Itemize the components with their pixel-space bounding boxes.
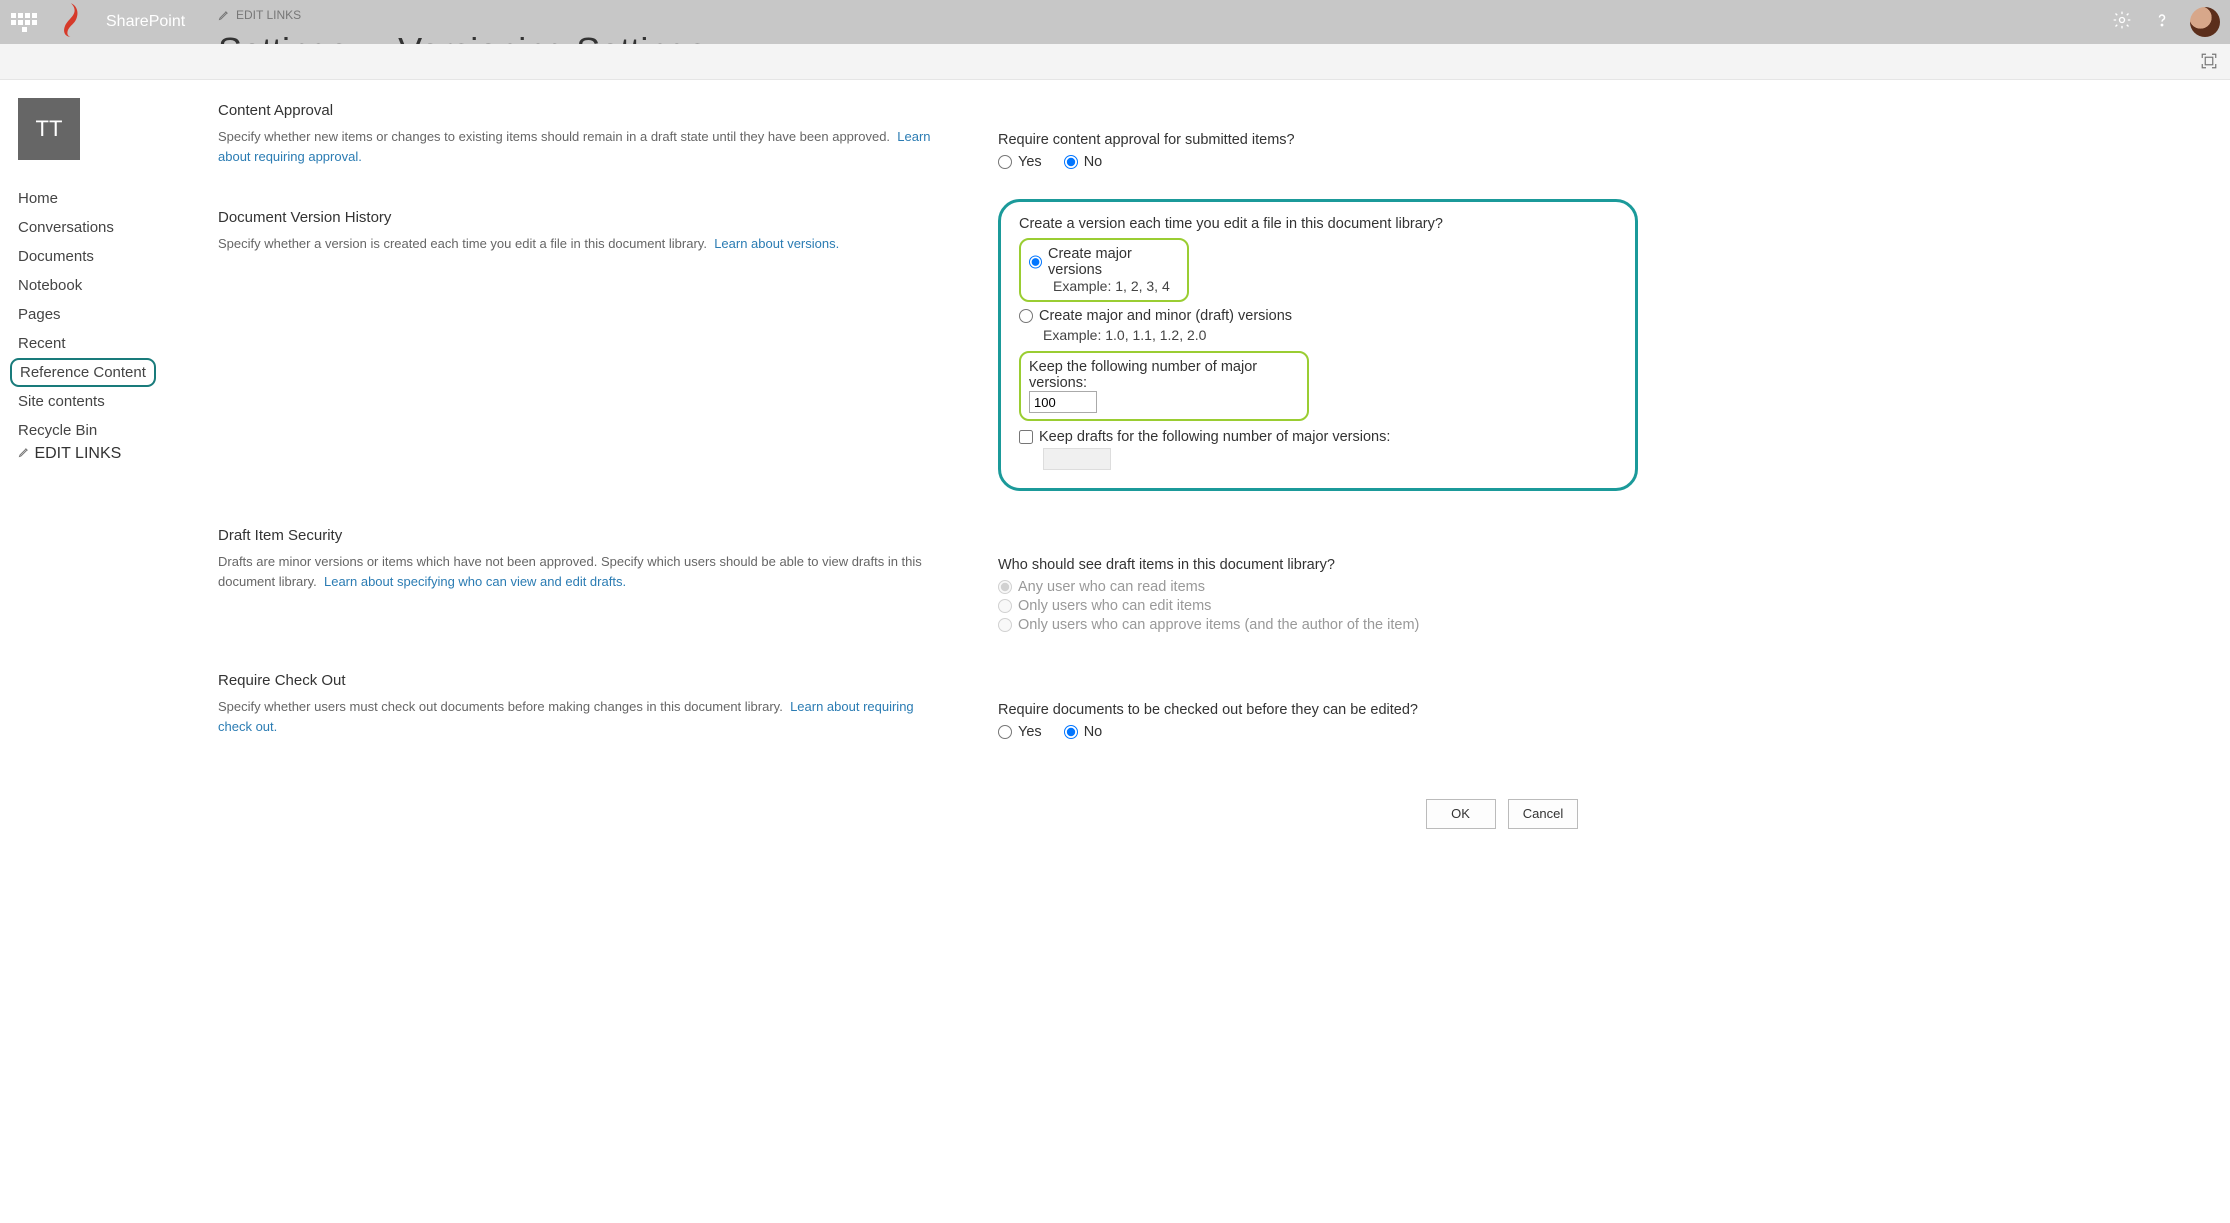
annotation-green-box-major: Create major versions Example: 1, 2, 3, … — [1019, 238, 1189, 302]
keep-drafts-input — [1043, 448, 1111, 470]
nav-item-recycle-bin[interactable]: Recycle Bin — [18, 416, 218, 445]
title-edit-links[interactable]: EDIT LINKS — [218, 8, 301, 22]
checkout-yes-label: Yes — [1018, 724, 1042, 740]
approval-no-label: No — [1084, 154, 1103, 170]
versioning-desc: Specify whether a version is created eac… — [218, 236, 707, 251]
nav-item-documents[interactable]: Documents — [18, 242, 218, 271]
approval-heading: Content Approval — [218, 102, 938, 119]
approval-desc: Specify whether new items or changes to … — [218, 129, 890, 144]
annotation-teal-box: Create a version each time you edit a fi… — [998, 199, 1638, 491]
draft-sec-heading: Draft Item Security — [218, 527, 938, 544]
keep-major-input[interactable] — [1029, 391, 1097, 413]
nav-edit-links-label: EDIT LINKS — [34, 445, 121, 462]
draft-sec-help-link[interactable]: Learn about specifying who can view and … — [324, 574, 626, 589]
section-require-checkout: Require Check Out Specify whether users … — [218, 672, 1638, 779]
pencil-icon — [18, 446, 30, 458]
app-launcher-icon[interactable] — [10, 8, 38, 36]
nav-item-pages[interactable]: Pages — [18, 300, 218, 329]
keep-major-label: Keep the following number of major versi… — [1029, 359, 1299, 391]
checkout-yes-option[interactable]: Yes — [998, 724, 1042, 740]
draft-sec-opt2: Only users who can edit items — [998, 598, 1211, 614]
cancel-button[interactable]: Cancel — [1508, 799, 1578, 829]
approval-question: Require content approval for submitted i… — [998, 132, 1638, 148]
nav-item-reference-content[interactable]: Reference Content — [10, 358, 156, 387]
keep-drafts-label: Keep drafts for the following number of … — [1039, 429, 1390, 445]
version-minor-label: Create major and minor (draft) versions — [1039, 308, 1292, 324]
version-minor-example: Example: 1.0, 1.1, 1.2, 2.0 — [1043, 327, 1617, 343]
version-major-example: Example: 1, 2, 3, 4 — [1053, 278, 1179, 294]
nav-item-home[interactable]: Home — [18, 184, 218, 213]
versioning-heading: Document Version History — [218, 209, 938, 226]
nav-edit-links[interactable]: EDIT LINKS — [18, 445, 218, 463]
title-edit-links-label: EDIT LINKS — [236, 8, 301, 22]
approval-yes-option[interactable]: Yes — [998, 154, 1042, 170]
draft-sec-opt3: Only users who can approve items (and th… — [998, 617, 1419, 633]
annotation-green-box-keep: Keep the following number of major versi… — [1019, 351, 1309, 421]
section-content-approval: Content Approval Specify whether new ite… — [218, 102, 1638, 209]
approval-no-option[interactable]: No — [1064, 154, 1103, 170]
keep-drafts-checkbox[interactable] — [1019, 430, 1033, 444]
checkout-heading: Require Check Out — [218, 672, 938, 689]
quick-launch-nav: Home Conversations Documents Notebook Pa… — [18, 184, 218, 445]
pencil-icon — [218, 9, 230, 21]
checkout-no-option[interactable]: No — [1064, 724, 1103, 740]
checkout-desc: Specify whether users must check out doc… — [218, 699, 783, 714]
focus-content-icon[interactable] — [2200, 52, 2218, 75]
nav-item-notebook[interactable]: Notebook — [18, 271, 218, 300]
approval-yes-label: Yes — [1018, 154, 1042, 170]
section-draft-security: Draft Item Security Drafts are minor ver… — [218, 527, 1638, 672]
ribbon-bar — [0, 44, 2230, 80]
keep-drafts-option[interactable]: Keep drafts for the following number of … — [1019, 429, 1390, 445]
draft-sec-question: Who should see draft items in this docum… — [998, 557, 1638, 573]
draft-sec-opt2-label: Only users who can edit items — [1018, 598, 1211, 614]
version-major-label: Create major versions — [1048, 246, 1161, 278]
draft-sec-opt1-label: Any user who can read items — [1018, 579, 1205, 595]
site-logo-tile[interactable]: TT — [18, 98, 80, 160]
section-version-history: Document Version History Specify whether… — [218, 209, 1638, 527]
nav-item-site-contents[interactable]: Site contents — [18, 387, 218, 416]
version-minor-option[interactable]: Create major and minor (draft) versions — [1019, 308, 1292, 324]
draft-sec-opt3-label: Only users who can approve items (and th… — [1018, 617, 1419, 633]
checkout-no-label: No — [1084, 724, 1103, 740]
nav-item-conversations[interactable]: Conversations — [18, 213, 218, 242]
version-major-option[interactable]: Create major versions — [1029, 246, 1161, 278]
button-row: OK Cancel — [218, 799, 1638, 829]
nav-item-recent[interactable]: Recent — [18, 329, 218, 358]
ok-button[interactable]: OK — [1426, 799, 1496, 829]
versioning-question: Create a version each time you edit a fi… — [1019, 216, 1617, 232]
draft-sec-opt1: Any user who can read items — [998, 579, 1205, 595]
brand-logo-icon — [58, 2, 84, 43]
versioning-help-link[interactable]: Learn about versions. — [714, 236, 839, 251]
checkout-question: Require documents to be checked out befo… — [998, 702, 1638, 718]
